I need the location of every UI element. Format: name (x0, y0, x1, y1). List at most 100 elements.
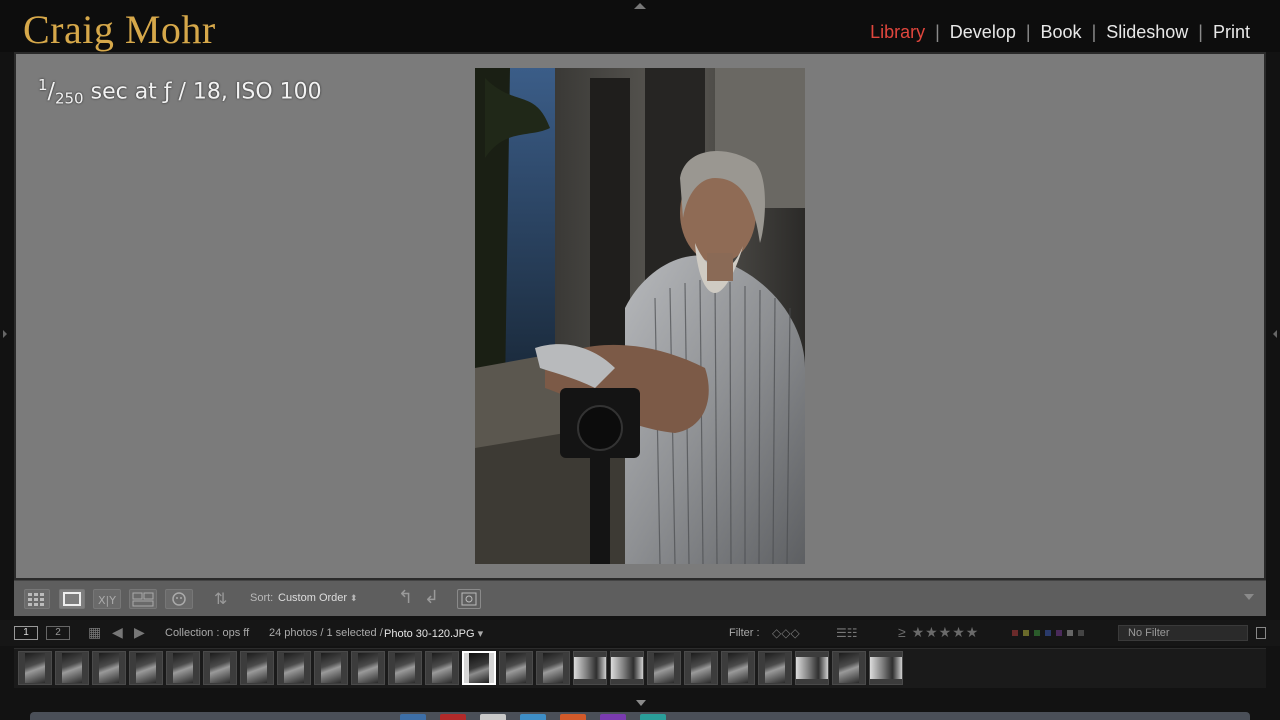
thumbnail-image (173, 653, 193, 683)
filmstrip-thumbnail[interactable] (684, 651, 718, 685)
filmstrip-thumbnail[interactable] (832, 651, 866, 685)
filmstrip-thumbnail[interactable] (795, 651, 829, 685)
thumbnail-image (25, 653, 45, 683)
thumbnail-image (432, 653, 452, 683)
filmstrip-thumbnail[interactable] (18, 651, 52, 685)
thumbnail-image (506, 653, 526, 683)
people-view-button[interactable] (165, 589, 193, 609)
filmstrip-thumbnail[interactable] (92, 651, 126, 685)
filmstrip-thumbnail[interactable] (166, 651, 200, 685)
top-panel-toggle-icon[interactable] (634, 3, 646, 9)
filmstrip-toggle-icon[interactable] (636, 700, 646, 706)
toolbar-menu-icon[interactable] (1244, 594, 1254, 600)
dock-app-icon[interactable] (560, 714, 586, 720)
shutter-numerator: 1 (38, 76, 48, 94)
filmstrip-thumbnail[interactable] (55, 651, 89, 685)
color-label-filter[interactable] (1012, 630, 1084, 636)
forward-arrow-icon[interactable]: ▶ (134, 624, 145, 641)
loupe-info-overlay: 1/250 sec at ƒ / 18, ISO 100 (38, 76, 322, 108)
grid-icon[interactable]: ▦ (88, 624, 101, 641)
portrait-photo-image (475, 68, 805, 564)
compare-xy-icon: X|Y (98, 594, 116, 607)
module-library[interactable]: Library (860, 22, 935, 43)
shutter-denominator: 250 (54, 89, 84, 108)
compare-view-button[interactable]: X|Y (93, 589, 121, 609)
edit-filter-icon[interactable]: ☰☷ (836, 626, 858, 640)
module-print[interactable]: Print (1203, 22, 1260, 43)
filmstrip-thumbnail[interactable] (758, 651, 792, 685)
filter-label: Filter : (729, 627, 760, 639)
thumbnail-image (611, 657, 643, 679)
source-collection[interactable]: Collection : ops ff (165, 627, 249, 639)
filter-lock-icon[interactable] (1256, 627, 1266, 639)
filmstrip-thumbnail[interactable] (499, 651, 533, 685)
thumbnail-image (62, 653, 82, 683)
thumbnail-image (728, 653, 748, 683)
sort-direction-icon[interactable]: ⇅ (214, 589, 227, 609)
filmstrip-thumbnail[interactable] (573, 651, 607, 685)
loupe-icon (63, 592, 81, 606)
loupe-view-button[interactable] (59, 589, 85, 609)
filmstrip-thumbnail[interactable] (647, 651, 681, 685)
thumbnail-image (796, 657, 828, 679)
thumbnail-image (358, 653, 378, 683)
survey-icon (132, 592, 154, 607)
thumbnail-image (247, 653, 267, 683)
filmstrip-thumbnails (18, 651, 903, 685)
thumbnail-image (839, 653, 859, 683)
photo-count: 24 photos / 1 selected / (269, 627, 383, 639)
sort-label: Sort: (250, 592, 274, 604)
filmstrip-thumbnail-selected[interactable] (462, 651, 496, 685)
thumbnail-image (210, 653, 230, 683)
filmstrip-thumbnail[interactable] (240, 651, 274, 685)
filmstrip-thumbnail[interactable] (129, 651, 163, 685)
filmstrip-thumbnail[interactable] (203, 651, 237, 685)
right-panel-toggle-icon[interactable] (1273, 330, 1277, 338)
primary-display-button[interactable]: 1 (14, 626, 38, 640)
filmstrip-thumbnail[interactable] (277, 651, 311, 685)
filmstrip-thumbnail[interactable] (610, 651, 644, 685)
module-slideshow[interactable]: Slideshow (1096, 22, 1198, 43)
grid-view-button[interactable] (24, 589, 50, 609)
thumbnail-image (691, 653, 711, 683)
rotate-left-icon[interactable]: ↰ (398, 587, 413, 608)
filmstrip-thumbnail[interactable] (536, 651, 570, 685)
rotate-right-icon[interactable]: ↲ (424, 587, 439, 608)
dock-app-icon[interactable] (440, 714, 466, 720)
module-book[interactable]: Book (1031, 22, 1092, 43)
current-filename[interactable]: Photo 30-120.JPG ▾ (384, 627, 483, 640)
dock-app-icon[interactable] (400, 714, 426, 720)
main-photo[interactable] (475, 68, 805, 564)
thumbnail-image (654, 653, 674, 683)
sort-select[interactable]: Custom Order (278, 592, 347, 604)
filmstrip-thumbnail[interactable] (351, 651, 385, 685)
crop-overlay-button[interactable] (457, 589, 481, 609)
exposure-details: sec at ƒ / 18, ISO 100 (83, 79, 322, 105)
secondary-display-button[interactable]: 2 (46, 626, 70, 640)
rating-filter[interactable]: ≥ ★★★★★ (898, 624, 979, 641)
left-panel-toggle-icon[interactable] (3, 330, 7, 338)
dock-app-icon[interactable] (600, 714, 626, 720)
module-develop[interactable]: Develop (940, 22, 1026, 43)
dock-items (400, 714, 666, 720)
filmstrip-thumbnail[interactable] (314, 651, 348, 685)
filmstrip-thumbnail[interactable] (721, 651, 755, 685)
dock-app-icon[interactable] (640, 714, 666, 720)
crop-icon (461, 592, 477, 606)
thumbnail-image (469, 653, 489, 683)
thumbnail-image (765, 653, 785, 683)
dock-app-icon[interactable] (480, 714, 506, 720)
filmstrip-thumbnail[interactable] (388, 651, 422, 685)
thumbnail-image (543, 653, 563, 683)
thumbnail-image (574, 657, 606, 679)
flag-filter-icon[interactable]: ◇◇◇ (772, 626, 800, 640)
dock-app-icon[interactable] (520, 714, 546, 720)
survey-view-button[interactable] (129, 589, 157, 609)
module-picker: Library | Develop | Book | Slideshow | P… (860, 22, 1260, 43)
back-arrow-icon[interactable]: ◀ (112, 624, 123, 641)
filter-preset-select[interactable]: No Filter (1118, 625, 1248, 641)
thumbnail-image (284, 653, 304, 683)
filmstrip-thumbnail[interactable] (425, 651, 459, 685)
filmstrip-thumbnail[interactable] (869, 651, 903, 685)
sort-chevron-icon[interactable]: ⬍ (350, 593, 358, 604)
